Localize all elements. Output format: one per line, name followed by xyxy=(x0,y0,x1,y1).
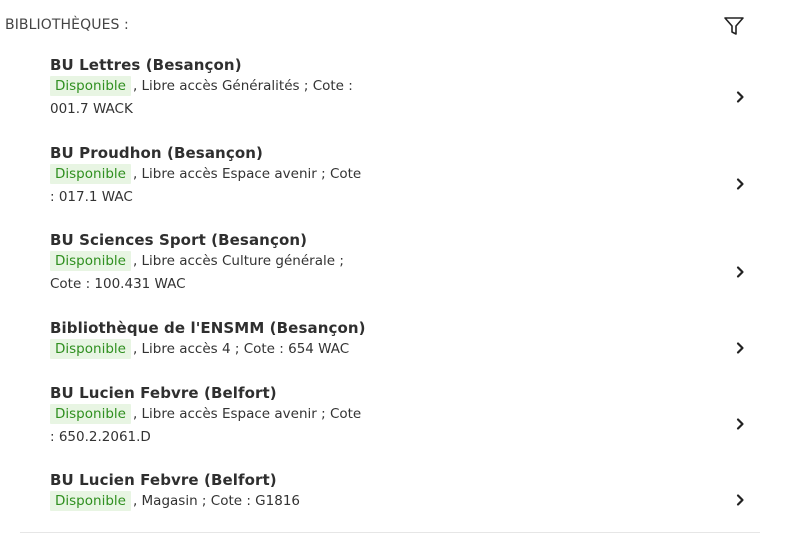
chevron-right-icon[interactable] xyxy=(732,264,748,280)
holding-item[interactable]: BU Lettres (Besançon) Disponible, Libre … xyxy=(20,55,760,143)
status-badge: Disponible xyxy=(50,491,131,511)
section-title: BIBLIOTHÈQUES : xyxy=(5,17,129,33)
status-badge: Disponible xyxy=(50,164,131,184)
holding-content: BU Lucien Febvre (Belfort) Disponible, L… xyxy=(50,383,370,448)
holding-details: Disponible, Libre accès Culture générale… xyxy=(50,250,370,295)
holding-details: Disponible, Libre accès Généralités ; Co… xyxy=(50,75,370,120)
chevron-right-icon[interactable] xyxy=(732,492,748,508)
filter-icon xyxy=(724,17,744,35)
chevron-right-icon[interactable] xyxy=(732,416,748,432)
holding-location: , Libre accès 4 ; Cote : 654 WAC xyxy=(132,341,350,357)
holdings-list: BU Lettres (Besançon) Disponible, Libre … xyxy=(20,55,760,534)
status-badge: Disponible xyxy=(50,76,131,96)
library-name: BU Lettres (Besançon) xyxy=(50,56,242,74)
holding-details: Disponible, Libre accès Espace avenir ; … xyxy=(50,403,370,448)
holding-item[interactable]: BU Lucien Febvre (Belfort) Disponible, M… xyxy=(20,470,760,534)
status-badge: Disponible xyxy=(50,404,131,424)
holding-item[interactable]: BU Lucien Febvre (Belfort) Disponible, L… xyxy=(20,383,760,470)
holding-content: Bibliothèque de l'ENSMM (Besançon) Dispo… xyxy=(50,318,450,361)
holding-content: BU Lettres (Besançon) Disponible, Libre … xyxy=(50,55,370,120)
library-name: BU Sciences Sport (Besançon) xyxy=(50,231,308,249)
library-name: BU Lucien Febvre (Belfort) xyxy=(50,384,277,402)
holding-details: Disponible, Libre accès Espace avenir ; … xyxy=(50,163,370,208)
library-name: Bibliothèque de l'ENSMM (Besançon) xyxy=(50,319,366,337)
holding-content: BU Proudhon (Besançon) Disponible, Libre… xyxy=(50,143,370,208)
library-name: BU Proudhon (Besançon) xyxy=(50,144,263,162)
holding-content: BU Lucien Febvre (Belfort) Disponible, M… xyxy=(50,470,450,513)
holding-details: Disponible, Libre accès 4 ; Cote : 654 W… xyxy=(50,338,450,361)
holding-item[interactable]: Bibliothèque de l'ENSMM (Besançon) Dispo… xyxy=(20,318,760,383)
status-badge: Disponible xyxy=(50,251,131,271)
library-name: BU Lucien Febvre (Belfort) xyxy=(50,471,277,489)
holding-item[interactable]: BU Proudhon (Besançon) Disponible, Libre… xyxy=(20,143,760,230)
filter-button[interactable] xyxy=(721,13,747,39)
libraries-header: BIBLIOTHÈQUES : xyxy=(0,0,798,50)
chevron-right-icon[interactable] xyxy=(732,340,748,356)
chevron-right-icon[interactable] xyxy=(732,89,748,105)
holding-item[interactable]: BU Sciences Sport (Besançon) Disponible,… xyxy=(20,230,760,318)
list-divider xyxy=(20,532,760,533)
holding-details: Disponible, Magasin ; Cote : G1816 xyxy=(50,490,450,513)
status-badge: Disponible xyxy=(50,339,131,359)
holding-location: , Magasin ; Cote : G1816 xyxy=(132,493,301,509)
chevron-right-icon[interactable] xyxy=(732,176,748,192)
holding-content: BU Sciences Sport (Besançon) Disponible,… xyxy=(50,230,370,295)
